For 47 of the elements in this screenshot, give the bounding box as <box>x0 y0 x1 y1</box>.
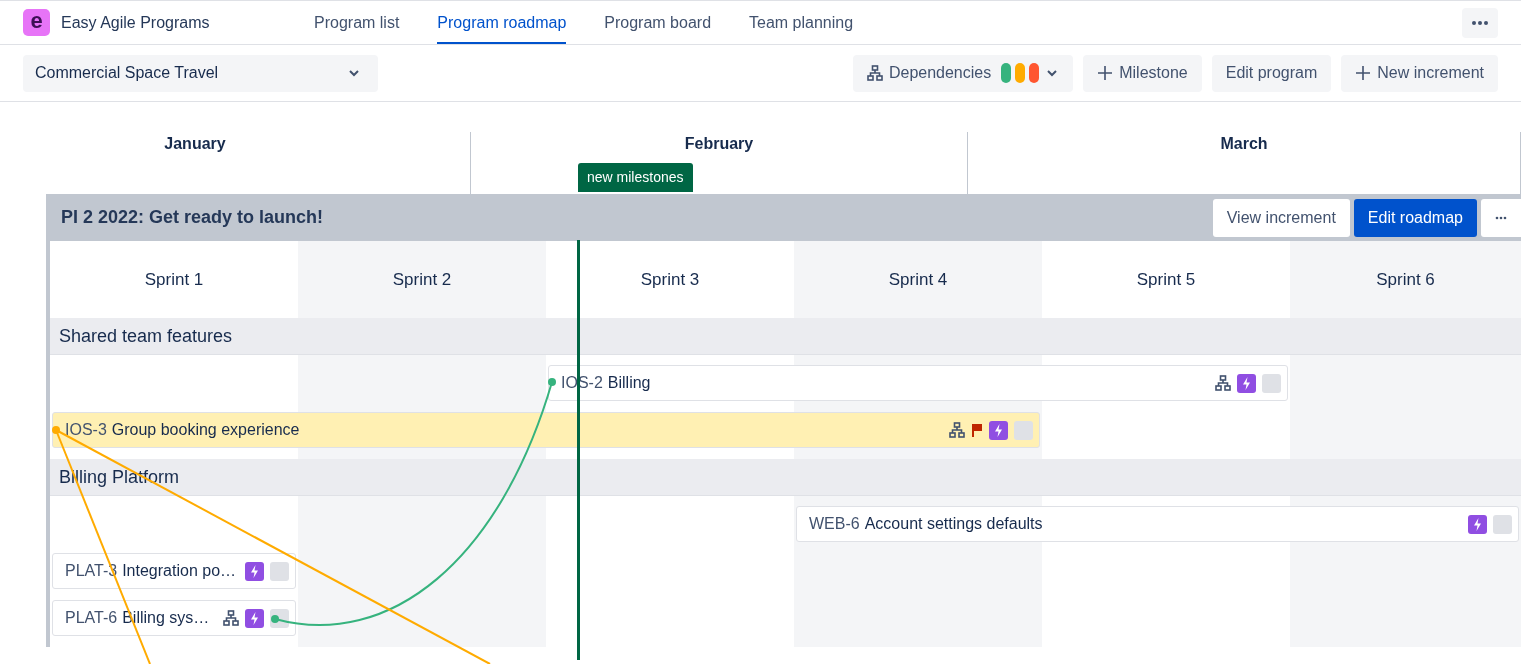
issue-key[interactable]: PLAT-6 <box>65 609 118 626</box>
sprint-header: Sprint 4 <box>794 241 1042 318</box>
month-label: March <box>1220 135 1268 154</box>
plus-icon <box>1097 65 1114 81</box>
feature-card[interactable]: WEB-6 Account settings defaults <box>796 506 1519 542</box>
milestone-tag[interactable]: new milestones <box>578 163 693 192</box>
nav-tab[interactable]: Team planning <box>749 1 854 44</box>
status-square <box>1262 373 1281 393</box>
lightning-icon <box>245 561 264 581</box>
more-button[interactable] <box>1462 7 1498 38</box>
feature-title: Billing <box>607 374 651 391</box>
feature-title: Integration po… <box>122 562 237 579</box>
sprint-header: Sprint 2 <box>298 241 546 318</box>
sprint-header: Sprint 6 <box>1290 241 1521 318</box>
status-square <box>270 561 289 581</box>
nav-tab[interactable]: Program list <box>314 1 400 44</box>
status-square <box>1014 420 1033 440</box>
increment-title: PI 2 2022: Get ready to launch! <box>61 207 324 228</box>
feature-card[interactable]: IOS-3 Group booking experience <box>52 412 1040 448</box>
app-logo: e <box>23 9 50 36</box>
month-label: January <box>164 135 226 154</box>
nav-tab[interactable]: Program roadmap <box>437 1 567 44</box>
lightning-icon <box>245 608 264 628</box>
increment-button[interactable]: Edit roadmap <box>1353 198 1477 237</box>
nav-tab[interactable]: Program board <box>604 1 712 44</box>
toolbar-button[interactable]: Milestone <box>1083 54 1202 92</box>
feature-title: Account settings defaults <box>864 515 1043 532</box>
issue-key[interactable]: WEB-6 <box>809 515 860 532</box>
sprint-header: Sprint 5 <box>1135 268 1197 291</box>
app-name: Easy Agile Programs <box>61 13 210 32</box>
lightning-icon <box>1468 514 1487 534</box>
lightning-icon <box>989 420 1008 440</box>
toolbar-button[interactable]: New increment <box>1341 54 1498 92</box>
lightning-icon <box>1237 373 1256 393</box>
sprint-header: Sprint 1 <box>143 268 205 291</box>
feature-title: Group booking experience <box>111 421 300 438</box>
plus-icon <box>1355 65 1372 81</box>
sprint-header: Sprint 3 <box>639 268 701 291</box>
month-label: February <box>684 135 754 154</box>
hierarchy-icon <box>866 65 883 81</box>
issue-key[interactable]: IOS-3 <box>65 421 107 438</box>
status-square <box>1493 514 1512 534</box>
team-name: Shared team features <box>59 325 233 347</box>
program-select[interactable]: Commercial Space Travel <box>23 54 378 92</box>
dependencies-button[interactable]: Dependencies <box>852 54 1074 92</box>
toolbar-button[interactable]: Edit program <box>1211 54 1332 92</box>
increment-button[interactable]: View increment <box>1212 198 1350 237</box>
